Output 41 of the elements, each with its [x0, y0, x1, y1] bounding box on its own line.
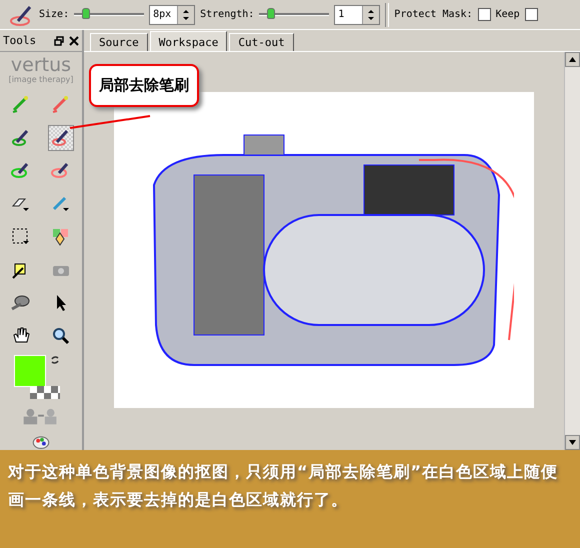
protect-mask-label: Protect Mask: [394, 9, 473, 20]
tab[interactable]: Source [90, 33, 148, 51]
panel-title: Tools [3, 34, 36, 47]
slider-thumb[interactable] [267, 8, 276, 19]
scroll-down-icon[interactable] [569, 440, 576, 445]
tool-icon [51, 128, 71, 148]
tool-icon [51, 194, 71, 214]
close-icon[interactable] [69, 36, 79, 46]
logo-text: vertus [10, 56, 72, 75]
scrollbar[interactable] [564, 52, 580, 450]
tool-icon [11, 293, 31, 313]
tool-icon [11, 227, 31, 247]
tool-icon [51, 326, 71, 346]
tool-icon [51, 95, 71, 115]
swap-icon[interactable] [50, 355, 60, 365]
foreground-color-swatch[interactable] [14, 355, 46, 387]
strength-label: Strength: [200, 9, 254, 20]
tool-icon [51, 227, 71, 247]
keep-label: Keep [496, 9, 520, 20]
restore-icon[interactable] [54, 36, 64, 46]
slider-thumb[interactable] [82, 8, 90, 19]
logo-tagline: [image therapy] [8, 75, 74, 84]
protect-mask-checkbox[interactable] [478, 8, 491, 21]
tool-icon [51, 161, 71, 181]
brush-icon [8, 4, 34, 26]
spin-arrows-icon[interactable] [177, 6, 194, 24]
callout-label: 局部去除笔刷 [89, 64, 199, 107]
tab[interactable]: Cut-out [229, 33, 294, 51]
tool-button[interactable] [48, 125, 74, 151]
keep-checkbox[interactable] [524, 8, 538, 21]
size-label: Size: [39, 9, 70, 20]
background-swatch[interactable] [30, 386, 60, 399]
scroll-up-icon[interactable] [569, 57, 576, 62]
tool-icon [11, 161, 31, 181]
tab[interactable]: Workspace [150, 31, 228, 51]
spin-arrows-icon[interactable] [362, 6, 380, 24]
tool-icon [11, 128, 31, 148]
tool-icon [11, 95, 31, 115]
strength-field[interactable]: 1 [334, 4, 380, 24]
size-field[interactable]: 8px [149, 4, 196, 24]
caption-text: 对于这种单色背景图像的抠图，只须用“局部去除笔刷”在白色区域上随便画一条线，表示要去掉的是白色区域就行了。 [0, 450, 580, 548]
